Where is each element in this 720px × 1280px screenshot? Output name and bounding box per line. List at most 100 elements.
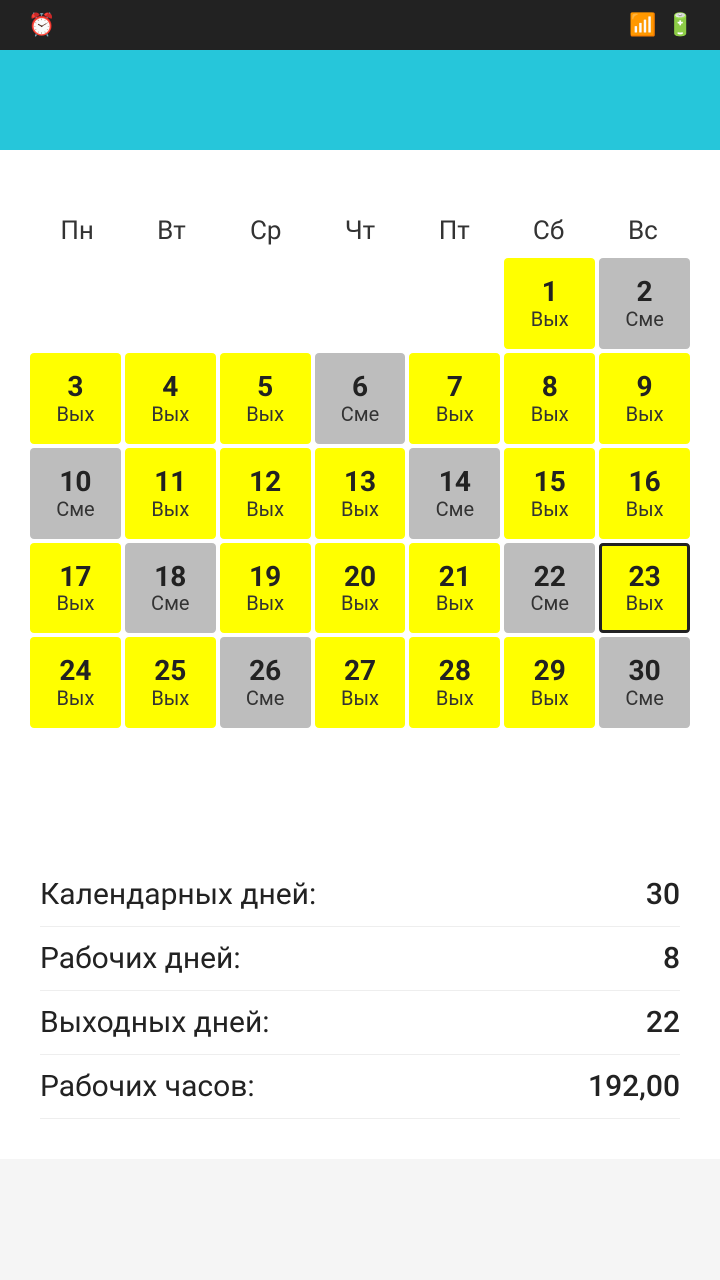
status-right: 📶 🔋 (629, 13, 704, 38)
calendar-cell[interactable]: 20Вых (315, 543, 406, 634)
cell-day-label: Сме (436, 498, 474, 520)
stat-row: Рабочих дней:8 (40, 927, 680, 991)
calendar-cell[interactable]: 12Вых (220, 448, 311, 539)
cell-day-number: 27 (344, 656, 376, 687)
cell-day-label: Вых (531, 687, 569, 709)
calendar-cell (315, 258, 406, 349)
calendar-cell[interactable]: 5Вых (220, 353, 311, 444)
cell-day-number: 14 (439, 467, 471, 498)
calendar-cell[interactable]: 26Сме (220, 637, 311, 728)
battery-icon: 🔋 (667, 13, 694, 38)
stat-label: Рабочих часов: (40, 1069, 255, 1104)
calendar-grid: 1Вых2Сме3Вых4Вых5Вых6Сме7Вых8Вых9Вых10См… (30, 258, 690, 823)
status-bar: ⏰ 📶 🔋 (0, 0, 720, 50)
cell-day-number: 11 (154, 467, 186, 498)
cell-day-label: Сме (625, 687, 663, 709)
cell-day-number: 5 (257, 372, 273, 403)
cell-day-number: 19 (249, 562, 281, 593)
calendar-cell[interactable]: 9Вых (599, 353, 690, 444)
cell-day-number: 29 (534, 656, 566, 687)
calendar-cell[interactable]: 24Вых (30, 637, 121, 728)
calendar-cell (409, 732, 500, 823)
status-left: ⏰ (16, 13, 55, 38)
calendar-cell[interactable]: 19Вых (220, 543, 311, 634)
calendar-cell[interactable]: 7Вых (409, 353, 500, 444)
calendar-cell[interactable]: 8Вых (504, 353, 595, 444)
content: ПнВтСрЧтПтСбВс 1Вых2Сме3Вых4Вых5Вых6Сме7… (0, 150, 720, 1159)
calendar-cell[interactable]: 28Вых (409, 637, 500, 728)
stat-value: 22 (646, 1005, 680, 1040)
stat-row: Выходных дней:22 (40, 991, 680, 1055)
calendar-cell (409, 258, 500, 349)
cell-day-label: Сме (530, 592, 568, 614)
cell-day-label: Вых (56, 403, 94, 425)
cell-day-label: Вых (436, 592, 474, 614)
calendar-cell[interactable]: 2Сме (599, 258, 690, 349)
alarm-icon: ⏰ (28, 13, 55, 38)
calendar-cell[interactable]: 27Вых (315, 637, 406, 728)
cell-day-number: 8 (542, 372, 558, 403)
cell-day-number: 1 (542, 277, 558, 308)
calendar-cell[interactable]: 23Вых (599, 543, 690, 634)
stat-label: Рабочих дней: (40, 941, 241, 976)
calendar-cell[interactable]: 29Вых (504, 637, 595, 728)
calendar-cell[interactable]: 17Вых (30, 543, 121, 634)
calendar-cell[interactable]: 1Вых (504, 258, 595, 349)
calendar-cell (30, 732, 121, 823)
cell-day-label: Вых (436, 403, 474, 425)
cell-day-label: Вых (246, 592, 284, 614)
calendar-cell[interactable]: 16Вых (599, 448, 690, 539)
cell-day-number: 23 (629, 562, 661, 593)
calendar-cell[interactable]: 22Сме (504, 543, 595, 634)
calendar-cell[interactable]: 18Сме (125, 543, 216, 634)
calendar-cell[interactable]: 15Вых (504, 448, 595, 539)
cell-day-number: 18 (154, 562, 186, 593)
signal-icon: 📶 (629, 13, 656, 38)
stat-value: 30 (646, 877, 680, 912)
calendar-cell[interactable]: 10Сме (30, 448, 121, 539)
cell-day-number: 12 (249, 467, 281, 498)
calendar-cell (599, 732, 690, 823)
calendar-cell[interactable]: 6Сме (315, 353, 406, 444)
cell-day-label: Вых (531, 308, 569, 330)
cell-day-label: Сме (56, 498, 94, 520)
calendar-cell[interactable]: 30Сме (599, 637, 690, 728)
cell-day-number: 9 (637, 372, 653, 403)
calendar-cell[interactable]: 21Вых (409, 543, 500, 634)
calendar-cell (315, 732, 406, 823)
cell-day-label: Вых (531, 403, 569, 425)
calendar: ПнВтСрЧтПтСбВс 1Вых2Сме3Вых4Вых5Вых6Сме7… (20, 210, 700, 823)
status-center (337, 9, 347, 42)
cell-day-label: Сме (246, 687, 284, 709)
weekday-label: Чт (313, 210, 407, 252)
cell-day-number: 20 (344, 562, 376, 593)
cell-day-number: 13 (344, 467, 376, 498)
cell-day-label: Сме (625, 308, 663, 330)
cell-day-number: 30 (629, 656, 661, 687)
cell-day-number: 24 (59, 656, 91, 687)
calendar-cell[interactable]: 4Вых (125, 353, 216, 444)
cell-day-number: 21 (439, 562, 471, 593)
cell-day-label: Вых (246, 403, 284, 425)
cell-day-number: 22 (534, 562, 566, 593)
cell-day-label: Вых (56, 592, 94, 614)
menu-icon[interactable] (20, 92, 36, 108)
cell-day-number: 2 (637, 277, 653, 308)
calendar-cell[interactable]: 14Сме (409, 448, 500, 539)
cell-day-number: 17 (59, 562, 91, 593)
cell-day-label: Вых (626, 592, 664, 614)
calendar-cell[interactable]: 11Вых (125, 448, 216, 539)
more-icon[interactable] (684, 92, 700, 108)
cell-day-number: 10 (59, 467, 91, 498)
cell-day-label: Вых (341, 498, 379, 520)
cell-day-number: 6 (352, 372, 368, 403)
calendar-cell[interactable]: 25Вых (125, 637, 216, 728)
stat-row: Рабочих часов:192,00 (40, 1055, 680, 1119)
calendar-icon[interactable] (648, 92, 664, 108)
calendar-cell[interactable]: 3Вых (30, 353, 121, 444)
weekday-label: Вт (124, 210, 218, 252)
cell-day-number: 3 (67, 372, 83, 403)
weekday-label: Сб (501, 210, 595, 252)
calendar-cell[interactable]: 13Вых (315, 448, 406, 539)
weekday-label: Пт (407, 210, 501, 252)
